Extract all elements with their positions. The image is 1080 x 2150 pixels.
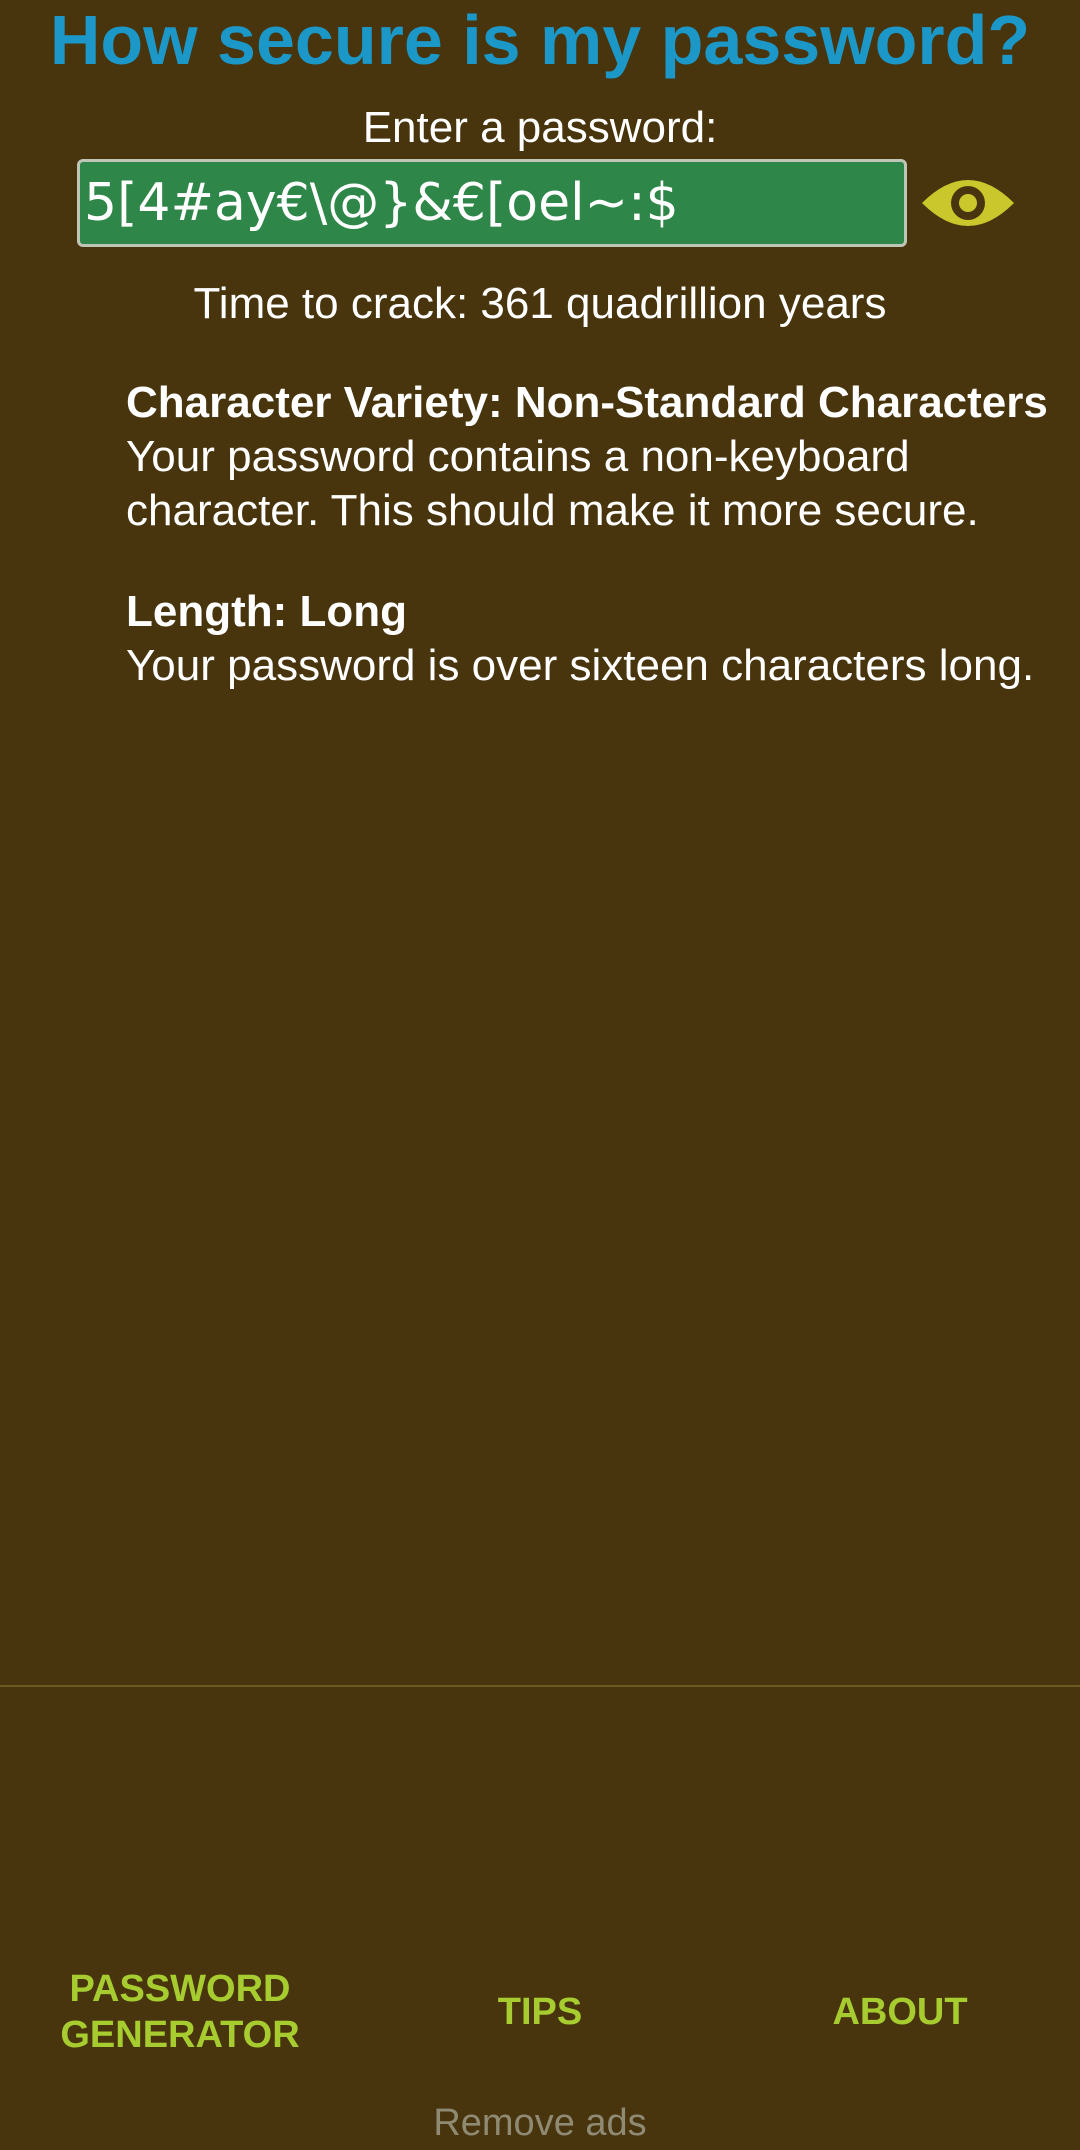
length-description: Your password is over sixteen characters… xyxy=(126,641,1035,690)
password-generator-button[interactable]: PASSWORD GENERATOR xyxy=(40,1966,320,2058)
password-input[interactable] xyxy=(77,159,907,247)
character-variety-section: Character Variety: Non-Standard Characte… xyxy=(126,376,1066,538)
remove-ads-link[interactable]: Remove ads xyxy=(0,2098,1080,2148)
about-button[interactable]: ABOUT xyxy=(800,1989,1000,2035)
character-variety-description: Your password contains a non-keyboard ch… xyxy=(126,432,979,535)
page-title: How secure is my password? xyxy=(49,1,1031,79)
length-section: Length: Long Your password is over sixte… xyxy=(126,585,1066,693)
length-heading: Length: Long xyxy=(126,587,408,636)
tips-button[interactable]: TIPS xyxy=(440,1989,640,2035)
divider xyxy=(0,1685,1080,1687)
eye-icon xyxy=(922,180,1014,226)
password-prompt-label: Enter a password: xyxy=(362,103,718,152)
password-generator-label-line2: GENERATOR xyxy=(60,2014,300,2056)
password-generator-label-line1: PASSWORD xyxy=(69,1968,291,2010)
character-variety-heading: Character Variety: Non-Standard Characte… xyxy=(126,378,1048,427)
time-to-crack: Time to crack: 361 quadrillion years xyxy=(193,279,887,328)
show-password-toggle[interactable] xyxy=(918,165,1018,241)
